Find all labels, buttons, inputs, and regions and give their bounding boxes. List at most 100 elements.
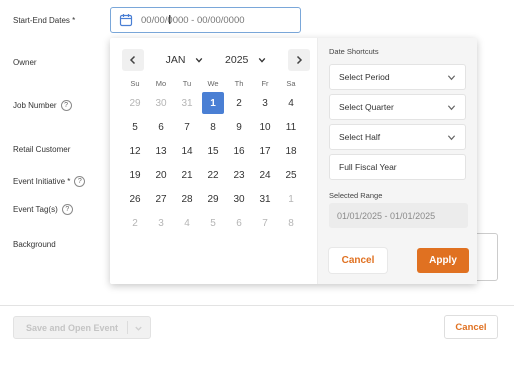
selected-range-label: Selected Range [329,191,383,200]
calendar-day[interactable]: 7 [174,115,200,139]
weekday-header-row: Su Mo Tu We Th Fr Sa [122,77,310,91]
calendar-day-number: 4 [288,97,294,109]
help-icon[interactable]: ? [60,100,72,111]
calendar-day[interactable]: 2 [122,211,148,235]
background-label-text: Background [13,240,56,249]
calendar-day-number: 10 [259,121,271,133]
month-value: JAN [165,54,186,66]
date-range-field[interactable] [141,14,281,26]
calendar-day-number: 29 [129,97,141,109]
select-period-dropdown[interactable]: Select Period [329,64,466,90]
calendar-day-number: 20 [155,169,167,181]
calendar-day[interactable]: 31 [174,91,200,115]
calendar-day-number: 12 [129,145,141,157]
calendar-day[interactable]: 27 [148,187,174,211]
calendar-pane: JAN 2025 Su Mo Tu We Th Fr Sa 29 30 31 1 2 3 4 5 6 7 8 9 1… [110,38,317,284]
event-tags-label: Event Tag(s) ? [13,204,73,215]
calendar-day[interactable]: 15 [200,139,226,163]
calendar-day[interactable]: 2 [226,91,252,115]
next-month-button[interactable] [287,49,310,71]
calendar-day[interactable]: 29 [122,91,148,115]
weekday-label: Fr [261,79,269,88]
calendar-day[interactable]: 31 [252,187,278,211]
save-and-open-button[interactable]: Save and Open Event [13,316,151,339]
calendar-day[interactable]: 14 [174,139,200,163]
select-quarter-dropdown[interactable]: Select Quarter [329,94,466,120]
calendar-day[interactable]: 21 [174,163,200,187]
calendar-day-selected[interactable]: 1 [200,91,226,115]
calendar-day[interactable]: 13 [148,139,174,163]
calendar-day[interactable]: 28 [174,187,200,211]
calendar-day[interactable]: 22 [200,163,226,187]
calendar-day[interactable]: 24 [252,163,278,187]
calendar-day-number: 11 [285,121,297,133]
calendar-day[interactable]: 6 [226,211,252,235]
calendar-day[interactable]: 18 [278,139,304,163]
calendar-day-number: 29 [207,193,219,205]
retail-customer-label: Retail Customer [13,145,70,154]
calendar-day[interactable]: 9 [226,115,252,139]
calendar-day[interactable]: 4 [174,211,200,235]
job-number-label: Job Number ? [13,100,72,111]
event-initiative-label-text: Event Initiative * [13,177,71,186]
calendar-day-number: 26 [129,193,141,205]
calendar-day[interactable]: 3 [252,91,278,115]
calendar-day[interactable]: 30 [226,187,252,211]
calendar-day[interactable]: 20 [148,163,174,187]
weekday-label: Tu [182,79,192,88]
calendar-day[interactable]: 5 [200,211,226,235]
full-fiscal-year-button[interactable]: Full Fiscal Year [329,154,466,180]
month-select[interactable]: JAN [166,54,204,66]
weekday-label: Su [130,79,140,88]
picker-cancel-button[interactable]: Cancel [329,248,387,273]
chevron-down-icon[interactable] [134,324,143,333]
calendar-day[interactable]: 30 [148,91,174,115]
shortcuts-pane: Date Shortcuts Select Period Select Quar… [317,38,477,284]
calendar-grid: 29 30 31 1 2 3 4 5 6 7 8 9 10 11 12 13 14 15 16 17 18 19 20 21 2… [122,91,310,235]
select-half-dropdown[interactable]: Select Half [329,124,466,150]
calendar-day[interactable]: 7 [252,211,278,235]
calendar-day[interactable]: 10 [252,115,278,139]
calendar-day[interactable]: 25 [278,163,304,187]
weekday-label: Th [234,79,244,88]
calendar-day[interactable]: 4 [278,91,304,115]
chevron-down-icon [196,57,203,63]
calendar-day[interactable]: 1 [278,187,304,211]
date-picker-popup: JAN 2025 Su Mo Tu We Th Fr Sa 29 30 31 1 2 3 4 5 6 7 8 9 1… [110,38,477,284]
chevron-down-icon [447,134,456,140]
calendar-day[interactable]: 12 [122,139,148,163]
calendar-week-row: 2 3 4 5 6 7 8 [122,211,310,235]
help-icon[interactable]: ? [61,204,73,215]
calendar-day-number: 24 [259,169,271,181]
calendar-day[interactable]: 23 [226,163,252,187]
start-end-dates-label-text: Start-End Dates * [13,16,76,25]
calendar-day[interactable]: 29 [200,187,226,211]
help-icon[interactable]: ? [74,176,86,187]
calendar-day[interactable]: 16 [226,139,252,163]
calendar-day[interactable]: 5 [122,115,148,139]
calendar-day[interactable]: 17 [252,139,278,163]
prev-month-button[interactable] [122,49,144,71]
apply-button[interactable]: Apply [417,248,469,273]
calendar-day-number: 25 [285,169,297,181]
calendar-day[interactable]: 11 [278,115,304,139]
date-range-input[interactable] [110,7,301,33]
footer-cancel-button[interactable]: Cancel [444,315,498,339]
text-cursor-icon: I [168,13,172,27]
calendar-week-row: 26 27 28 29 30 31 1 [122,187,310,211]
calendar-day-number: 3 [262,97,268,109]
event-tags-label-text: Event Tag(s) [13,205,58,214]
year-select[interactable]: 2025 [225,54,266,66]
calendar-day[interactable]: 26 [122,187,148,211]
calendar-day[interactable]: 19 [122,163,148,187]
calendar-day-number: 5 [210,217,216,229]
retail-customer-label-text: Retail Customer [13,145,71,154]
calendar-day[interactable]: 6 [148,115,174,139]
calendar-day[interactable]: 3 [148,211,174,235]
calendar-day-number: 4 [184,217,190,229]
calendar-day-number: 3 [158,217,164,229]
calendar-day[interactable]: 8 [278,211,304,235]
calendar-icon[interactable] [119,13,133,27]
calendar-week-row: 29 30 31 1 2 3 4 [122,91,310,115]
calendar-day[interactable]: 8 [200,115,226,139]
